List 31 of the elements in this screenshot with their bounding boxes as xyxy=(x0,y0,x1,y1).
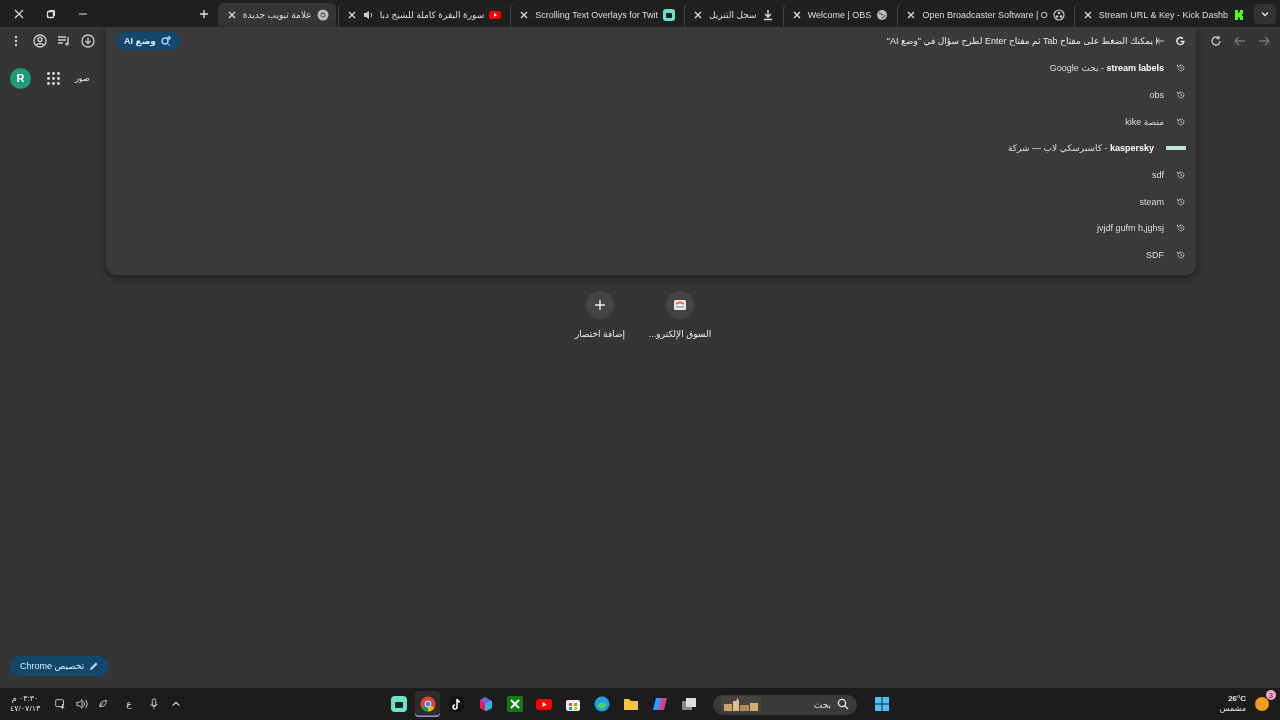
omnibox-hint: يمكنك الضغط على مفتاح Tab ثم مفتاح Enter لطرح سؤال في "وضع AI" xyxy=(886,36,1153,46)
customize-button[interactable]: تخصيص Chrome xyxy=(10,656,110,676)
suggestion-item[interactable]: jvjdf gufm h,jghsj xyxy=(106,215,1196,242)
browser-tab[interactable]: علامة تبويب جديدة xyxy=(217,3,336,27)
shortcut-tile[interactable]: السوق الإلكترو... xyxy=(650,291,710,339)
tab-title: Stream URL & Key - Kick Dashb xyxy=(1098,10,1228,20)
suggestion-text: sdf xyxy=(1152,170,1164,181)
tab-title: سورة البقرة كاملة للشيخ دبا xyxy=(379,10,485,20)
shortcut-tile[interactable]: إضافة اختصار xyxy=(570,291,630,339)
tab-title: Open Broadcaster Software | O xyxy=(922,10,1048,20)
suggestion-text: منصة kike xyxy=(1125,116,1164,127)
suggestion-item[interactable]: sdf xyxy=(106,161,1196,189)
suggestion-item[interactable]: SDF xyxy=(106,241,1196,269)
images-link[interactable]: صور xyxy=(75,73,90,83)
clock[interactable]: ٠٣:٣٠ م ٤٧/٠٧/١٣ xyxy=(10,694,41,714)
tab-title: Scrolling Text Overlays for Twit xyxy=(535,10,659,20)
address-field[interactable]: يمكنك الضغط على مفتاح Tab ثم مفتاح Enter لطرح سؤال في "وضع AI" xyxy=(189,31,1165,51)
suggestion-item[interactable]: steam xyxy=(106,188,1196,216)
tab-title: Welcome | OBS xyxy=(807,10,872,20)
suggestion-item[interactable]: obs xyxy=(106,81,1196,109)
tab-title: سجل التنزيل xyxy=(709,10,757,20)
ai-mode-button[interactable]: وضع AI xyxy=(116,32,180,50)
suggestion-text: steam xyxy=(1139,196,1164,207)
suggestion-text: SDF xyxy=(1146,250,1164,261)
suggestion-item[interactable]: منصة kike xyxy=(106,108,1196,136)
suggestion-text: obs xyxy=(1149,90,1164,101)
temperature: 26°C xyxy=(1228,694,1246,704)
tab-title: علامة تبويب جديدة xyxy=(242,10,312,20)
language-indicator[interactable]: ع xyxy=(126,699,132,709)
suggestion-text: jvjdf gufm h,jghsj xyxy=(1096,223,1164,234)
weather-condition: مشمس xyxy=(1219,704,1246,714)
